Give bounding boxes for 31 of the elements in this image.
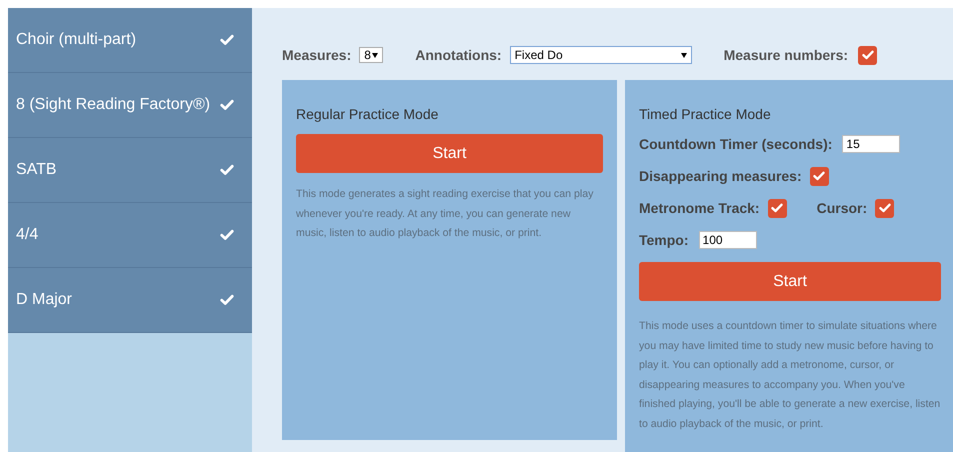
field-label: Cursor: <box>816 200 868 216</box>
field-label: Measure numbers: <box>724 47 848 63</box>
description: This mode uses a countdown timer to simulate situations where you may have limited time to study new music before having to play it. You can optionally add a metronome, cursor, or disappearing measures to accompany you. When you've finished playing, you'll be able to generate a new exercise, listen to audio playback of the music, or print. <box>639 319 941 432</box>
input-field[interactable]: 100 <box>698 231 757 249</box>
sidebar-item[interactable]: SATB <box>8 138 252 203</box>
sidebar-item[interactable]: 4/4 <box>8 203 252 268</box>
field-label: Disappearing measures: <box>639 168 802 184</box>
measures-dropdown[interactable]: 8 <box>359 47 384 63</box>
checkbox[interactable] <box>768 198 787 218</box>
field-label: Metronome Track: <box>639 200 760 216</box>
checkbox[interactable] <box>858 46 878 64</box>
field-label: Tempo: <box>639 232 689 248</box>
field-label: Annotations: <box>415 47 502 63</box>
sidebar-item[interactable]: D Major <box>8 268 252 333</box>
check-icon <box>813 171 826 181</box>
check-icon <box>862 50 874 60</box>
start-button[interactable]: Start <box>639 262 941 301</box>
description: This mode generates a sight reading exercise that you can play whenever you're ready. At any time, you can generate new music, listen to audio playback of the music, or print. <box>296 187 594 241</box>
panel-title: Regular Practice Mode <box>296 106 440 122</box>
check-icon <box>878 203 891 213</box>
input-field[interactable]: 15 <box>842 135 900 153</box>
sidebar-item[interactable]: Choir (multi-part) <box>8 8 252 73</box>
panel-title: Timed Practice Mode <box>639 106 772 122</box>
start-button[interactable]: Start <box>296 134 603 173</box>
field-label: Countdown Timer (seconds): <box>639 136 832 152</box>
annotations-dropdown[interactable]: Fixed Do <box>510 46 692 64</box>
field-label: Measures: <box>282 47 352 63</box>
checkbox[interactable] <box>810 166 829 186</box>
sidebar-item[interactable]: 8 (Sight Reading Factory®) <box>8 73 252 138</box>
checkbox[interactable] <box>875 198 894 218</box>
check-icon <box>771 203 784 213</box>
